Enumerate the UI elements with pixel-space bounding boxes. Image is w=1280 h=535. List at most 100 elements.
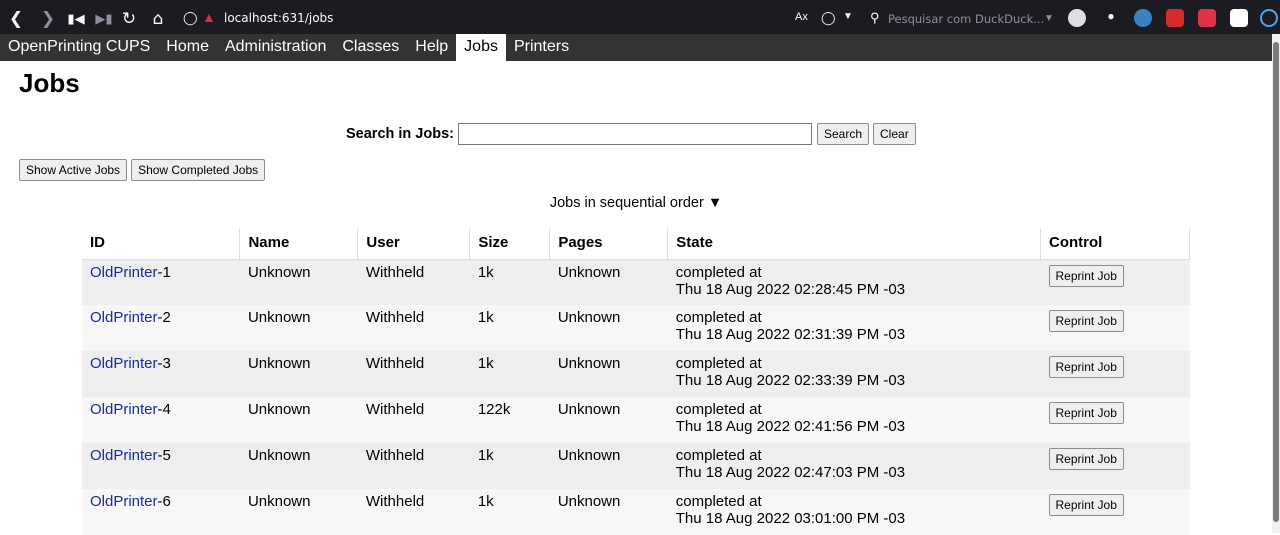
nav-printers[interactable]: Printers xyxy=(506,34,577,61)
job-state-cell: completed at Thu 18 Aug 2022 02:33:39 PM … xyxy=(667,351,1041,397)
scrollbar-thumb[interactable] xyxy=(1273,42,1279,522)
job-name-cell: Unknown xyxy=(239,259,358,305)
job-size-cell: 1k xyxy=(469,305,550,351)
extension-icon[interactable] xyxy=(1134,9,1152,27)
table-header-row: ID Name User Size Pages State Control xyxy=(82,229,1190,260)
state-timestamp: Thu 18 Aug 2022 02:31:39 PM -03 xyxy=(675,326,906,343)
bookmark-icon[interactable]: ◯ xyxy=(821,10,836,26)
state-status: completed at xyxy=(675,401,762,418)
table-row: OldPrinter-3 Unknown Withheld 1k Unknown… xyxy=(82,351,1190,397)
nav-help[interactable]: Help xyxy=(407,34,456,61)
search-input[interactable] xyxy=(457,123,812,145)
table-row: OldPrinter-2 Unknown Withheld 1k Unknown… xyxy=(82,305,1190,351)
job-control-cell: Reprint Job xyxy=(1040,397,1190,443)
job-id-cell: OldPrinter-5 xyxy=(82,443,240,489)
job-name-cell: Unknown xyxy=(239,397,358,443)
warning-icon[interactable]: ▲ xyxy=(202,9,216,25)
reload-icon[interactable]: ↻ xyxy=(117,7,141,31)
reprint-job-button[interactable]: Reprint Job xyxy=(1048,448,1124,470)
shield-icon[interactable]: ◯ xyxy=(183,10,198,26)
job-control-cell: Reprint Job xyxy=(1040,443,1190,489)
page-title: Jobs xyxy=(19,68,80,98)
reprint-job-button[interactable]: Reprint Job xyxy=(1048,264,1124,287)
job-number: -4 xyxy=(157,401,171,418)
extension-icon[interactable] xyxy=(1260,9,1278,27)
extension-icon[interactable] xyxy=(1166,9,1184,27)
job-id-cell: OldPrinter-6 xyxy=(82,489,240,535)
url-bar[interactable]: ◯ ▲ localhost:631/jobs Ax ◯ ▼ xyxy=(175,7,863,31)
nav-classes[interactable]: Classes xyxy=(334,34,407,61)
chevron-down-icon[interactable]: ▼ xyxy=(843,11,853,22)
reprint-job-button[interactable]: Reprint Job xyxy=(1048,356,1124,378)
forward-icon[interactable]: ❯ xyxy=(36,7,60,31)
column-header-size[interactable]: Size xyxy=(469,229,551,260)
job-size-cell: 1k xyxy=(469,259,550,305)
column-header-user[interactable]: User xyxy=(357,229,471,260)
extension-icon[interactable] xyxy=(1230,9,1248,27)
job-state-cell: completed at Thu 18 Aug 2022 02:47:03 PM … xyxy=(667,443,1041,489)
job-pages-cell: Unknown xyxy=(549,351,668,397)
job-number: -6 xyxy=(157,493,171,510)
job-control-cell: Reprint Job xyxy=(1040,305,1190,351)
home-icon[interactable]: ⌂ xyxy=(146,7,170,31)
extension-icon[interactable]: ● xyxy=(1102,9,1120,27)
state-status: completed at xyxy=(675,447,762,464)
reprint-job-button[interactable]: Reprint Job xyxy=(1048,402,1124,424)
printer-link[interactable]: OldPrinter xyxy=(90,309,158,326)
web-search-input[interactable]: ⚲ Pesquisar com DuckDuck... ▼ xyxy=(866,7,1062,31)
job-size-cell: 1k xyxy=(469,489,550,535)
extension-icon[interactable] xyxy=(1198,9,1216,27)
job-control-cell: Reprint Job xyxy=(1040,259,1190,305)
show-active-jobs-button[interactable]: Show Active Jobs xyxy=(19,159,128,181)
search-label: Search in Jobs: xyxy=(346,126,454,142)
column-header-state[interactable]: State xyxy=(667,229,1042,260)
state-status: completed at xyxy=(675,493,762,510)
job-state-cell: completed at Thu 18 Aug 2022 02:41:56 PM … xyxy=(667,397,1041,443)
jobs-table: ID Name User Size Pages State Control Ol… xyxy=(82,229,1190,535)
skip-forward-icon[interactable]: ▶▮ xyxy=(92,7,116,31)
show-completed-jobs-button[interactable]: Show Completed Jobs xyxy=(131,159,266,181)
url-text[interactable]: localhost:631/jobs xyxy=(224,11,333,25)
reprint-job-button[interactable]: Reprint Job xyxy=(1048,310,1124,332)
state-status: completed at xyxy=(675,309,762,326)
browser-toolbar: ❮ ❯ ▮◀ ▶▮ ↻ ⌂ ◯ ▲ localhost:631/jobs Ax … xyxy=(0,0,1280,36)
job-state-cell: completed at Thu 18 Aug 2022 02:31:39 PM … xyxy=(667,305,1041,351)
job-user-cell: Withheld xyxy=(357,397,470,443)
printer-link[interactable]: OldPrinter xyxy=(90,355,158,372)
clear-button[interactable]: Clear xyxy=(873,123,916,145)
job-id-cell: OldPrinter-4 xyxy=(82,397,240,443)
nav-cups-home[interactable]: OpenPrinting CUPS xyxy=(0,34,158,61)
job-control-cell: Reprint Job xyxy=(1040,351,1190,397)
table-row: OldPrinter-1 Unknown Withheld 1k Unknown… xyxy=(82,259,1190,305)
printer-link[interactable]: OldPrinter xyxy=(90,493,158,510)
job-pages-cell: Unknown xyxy=(549,443,668,489)
sort-order-toggle[interactable]: Jobs in sequential order ▼ xyxy=(0,195,1272,211)
account-icon[interactable] xyxy=(1068,9,1086,27)
back-icon[interactable]: ❮ xyxy=(4,7,28,31)
nav-administration[interactable]: Administration xyxy=(217,34,334,61)
state-status: completed at xyxy=(675,355,762,372)
column-header-name[interactable]: Name xyxy=(239,229,359,260)
job-size-cell: 1k xyxy=(469,443,550,489)
job-user-cell: Withheld xyxy=(357,443,470,489)
nav-jobs[interactable]: Jobs xyxy=(456,34,506,61)
column-header-pages[interactable]: Pages xyxy=(549,229,669,260)
chevron-down-icon[interactable]: ▼ xyxy=(1044,13,1054,24)
job-number: -3 xyxy=(157,355,171,372)
translate-icon[interactable]: Ax xyxy=(795,11,808,23)
cups-navbar: OpenPrinting CUPS Home Administration Cl… xyxy=(0,34,1272,61)
job-pages-cell: Unknown xyxy=(549,489,668,535)
column-header-control: Control xyxy=(1040,229,1190,260)
search-button[interactable]: Search xyxy=(816,123,870,145)
printer-link[interactable]: OldPrinter xyxy=(90,401,158,418)
state-timestamp: Thu 18 Aug 2022 02:28:45 PM -03 xyxy=(675,280,906,298)
printer-link[interactable]: OldPrinter xyxy=(90,447,158,464)
printer-link[interactable]: OldPrinter xyxy=(90,264,158,281)
job-filter-buttons: Show Active Jobs Show Completed Jobs xyxy=(19,159,266,181)
column-header-id[interactable]: ID xyxy=(82,229,241,260)
scrollbar[interactable] xyxy=(1272,34,1280,533)
skip-back-icon[interactable]: ▮◀ xyxy=(64,7,88,31)
reprint-job-button[interactable]: Reprint Job xyxy=(1048,494,1124,516)
nav-home[interactable]: Home xyxy=(158,34,217,61)
job-size-cell: 122k xyxy=(469,397,550,443)
